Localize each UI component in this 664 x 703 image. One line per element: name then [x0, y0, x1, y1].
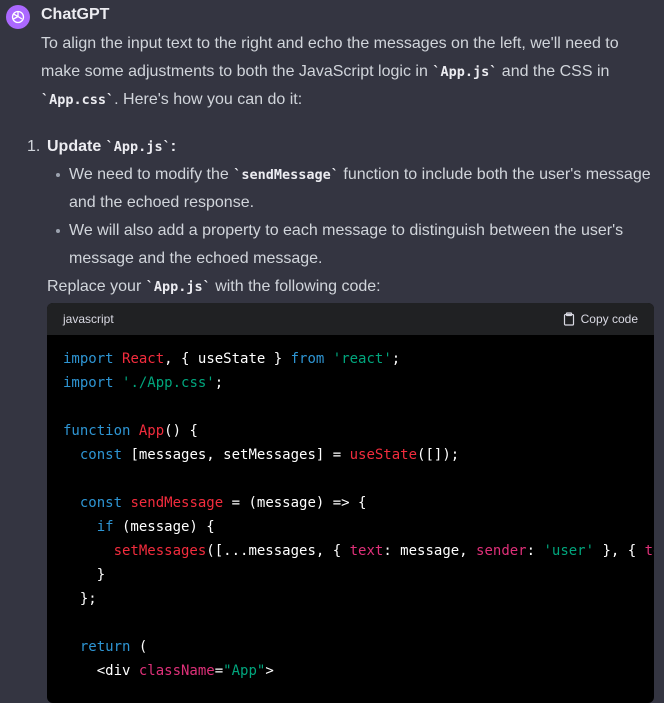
- step-title-text: Update: [47, 138, 106, 155]
- code-token: >: [265, 663, 274, 679]
- code-token: <div: [63, 663, 139, 679]
- code-token: , { useState }: [164, 351, 291, 367]
- code-token: useState: [349, 447, 418, 463]
- code-token: className: [138, 663, 215, 679]
- code-token: (message) {: [113, 519, 215, 535]
- code-token: ([...messages, {: [206, 543, 350, 559]
- copy-code-button[interactable]: Copy code: [562, 312, 638, 326]
- code-token: sender: [476, 543, 527, 559]
- code-token: ;: [214, 375, 224, 391]
- code-token: }, {: [594, 543, 645, 559]
- code-block: javascript Copy code import React, { use…: [47, 303, 654, 703]
- code-line: return (: [63, 635, 638, 659]
- chatgpt-avatar: [6, 5, 30, 29]
- code-token: App: [138, 423, 165, 439]
- code-line: import './App.css';: [63, 371, 638, 395]
- clipboard-icon: [563, 312, 574, 326]
- inline-code: `App.css`: [41, 92, 115, 108]
- code-token: import: [63, 375, 114, 391]
- code-token: './App.css': [122, 375, 215, 391]
- openai-logo-icon: [11, 10, 25, 24]
- code-content[interactable]: import React, { useState } from 'react';…: [47, 335, 654, 695]
- code-token: [messages, setMessages] =: [122, 447, 350, 463]
- code-token: text: [644, 543, 654, 559]
- code-token: return: [79, 639, 131, 655]
- replace-text: with the following code:: [210, 278, 381, 295]
- author-name: ChatGPT: [41, 6, 110, 23]
- code-token: :: [526, 543, 544, 559]
- inline-code: `App.js`: [432, 64, 498, 80]
- code-token: ([]);: [417, 447, 460, 463]
- code-language: javascript: [63, 312, 114, 326]
- code-token: setMessages: [113, 543, 207, 559]
- code-line: };: [63, 587, 638, 611]
- intro-paragraph: To align the input text to the right and…: [41, 30, 641, 114]
- code-token: if: [96, 519, 114, 535]
- replace-instruction: Replace your `App.js` with the following…: [47, 273, 381, 301]
- code-token: 'react': [332, 351, 392, 367]
- code-token: }: [63, 567, 106, 583]
- step-title: Update `App.js`:: [47, 133, 176, 161]
- code-token: () {: [164, 423, 198, 439]
- replace-text: Replace your: [47, 278, 146, 295]
- bullet-list: We need to modify the `sendMessage` func…: [56, 161, 664, 273]
- code-line: function App() {: [63, 419, 638, 443]
- code-token: = (message) => {: [223, 495, 367, 511]
- code-token: function: [63, 423, 131, 439]
- code-token: from: [290, 351, 325, 367]
- inline-code: `App.js`: [105, 139, 171, 155]
- code-token: text: [349, 543, 384, 559]
- code-line: setMessages([...messages, { text: messag…: [63, 539, 654, 563]
- code-token: "App": [223, 663, 266, 679]
- code-line: }: [63, 563, 638, 587]
- code-token: const: [79, 447, 123, 463]
- bullet-text: We need to modify the: [69, 166, 234, 183]
- inline-code: `sendMessage`: [233, 167, 339, 183]
- code-token: };: [63, 591, 97, 607]
- intro-text: and the CSS in: [497, 63, 610, 80]
- code-line: if (message) {: [63, 515, 638, 539]
- intro-text: . Here's how you can do it:: [114, 91, 303, 108]
- code-token: const: [79, 495, 123, 511]
- code-token: (: [130, 639, 148, 655]
- inline-code: `App.js`: [145, 279, 211, 295]
- code-token: React: [122, 351, 165, 367]
- code-token: 'user': [543, 543, 595, 559]
- code-token: =: [214, 663, 224, 679]
- step-title-suffix: :: [170, 138, 177, 155]
- list-number: 1.: [27, 138, 41, 155]
- code-line: const sendMessage = (message) => {: [63, 491, 638, 515]
- code-token: sendMessage: [130, 495, 224, 511]
- copy-code-label: Copy code: [580, 312, 638, 326]
- list-item: We will also add a property to each mess…: [56, 217, 664, 273]
- bullet-text: We will also add a property to each mess…: [69, 222, 624, 267]
- code-line: const [messages, setMessages] = useState…: [63, 443, 638, 467]
- code-line: <div className="App">: [63, 659, 638, 683]
- code-token: : message,: [383, 543, 477, 559]
- code-token: ;: [391, 351, 401, 367]
- code-token: import: [63, 351, 114, 367]
- code-line: import React, { useState } from 'react';: [63, 347, 638, 371]
- list-item: We need to modify the `sendMessage` func…: [56, 161, 664, 217]
- code-block-header: javascript Copy code: [47, 303, 654, 335]
